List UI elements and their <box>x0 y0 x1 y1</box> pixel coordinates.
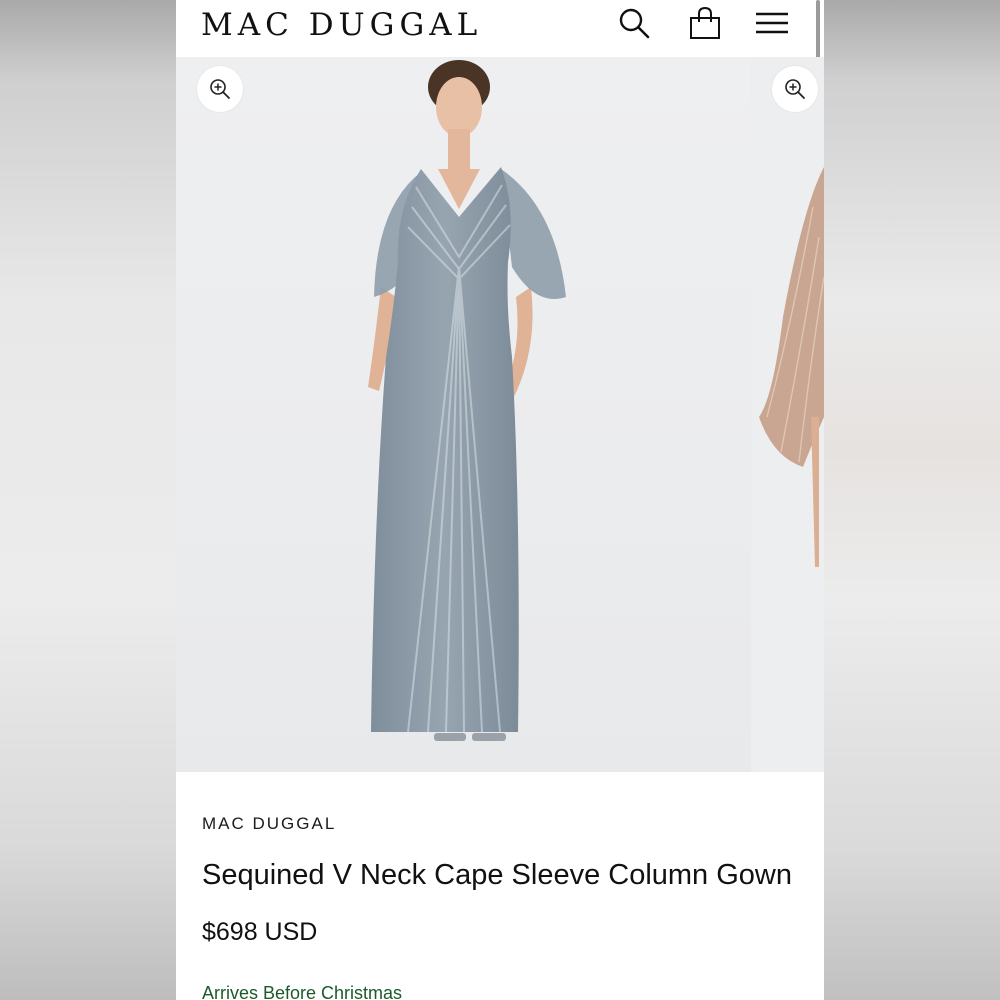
zoom-in-icon <box>785 79 805 99</box>
background-left <box>0 0 176 1000</box>
product-title: Sequined V Neck Cape Sleeve Column Gown <box>202 859 792 891</box>
model-illustration <box>368 60 566 741</box>
product-info: MAC DUGGAL Sequined V Neck Cape Sleeve C… <box>176 772 824 1000</box>
next-gown-photo[interactable] <box>753 57 824 772</box>
hamburger-menu-icon[interactable] <box>754 6 788 40</box>
product-price: $698 USD <box>202 918 318 946</box>
zoom-in-icon <box>210 79 230 99</box>
phone-screen: MAC DUGGAL MAC DUGGAL Sequined V Neck Ca… <box>176 0 824 1000</box>
search-icon[interactable] <box>617 6 651 40</box>
zoom-in-button[interactable] <box>772 66 818 112</box>
shopping-bag-icon[interactable] <box>688 6 722 40</box>
background-right <box>824 0 1000 1000</box>
site-header: MAC DUGGAL <box>176 0 824 66</box>
gown-photo[interactable] <box>176 57 751 772</box>
shipping-note: Arrives Before Christmas <box>202 983 403 1000</box>
zoom-in-button[interactable] <box>197 66 243 112</box>
product-image-gallery[interactable] <box>176 57 824 772</box>
brand-logo[interactable]: MAC DUGGAL <box>201 5 482 45</box>
next-gown-illustration <box>759 167 824 567</box>
product-brand[interactable]: MAC DUGGAL <box>202 814 336 834</box>
